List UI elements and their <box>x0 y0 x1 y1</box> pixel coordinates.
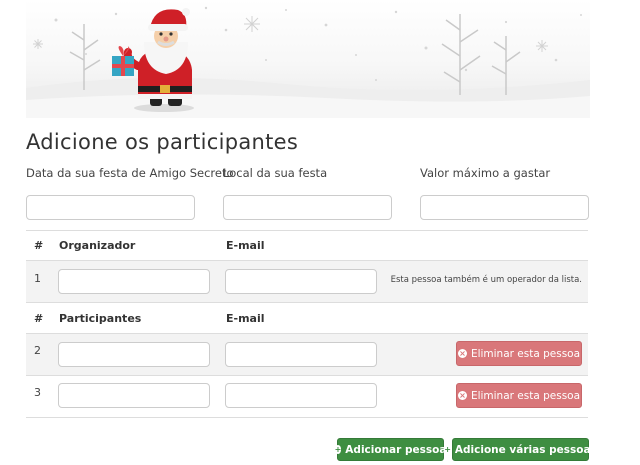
party-location-label: Local da sua festa <box>223 166 328 180</box>
max-value-label: Valor máximo a gastar <box>420 166 551 180</box>
col-number-header: # <box>34 312 44 325</box>
max-value-input[interactable] <box>420 195 589 220</box>
plus-circle-icon: + <box>334 444 342 454</box>
add-person-button[interactable]: + Adicionar pessoa <box>334 438 447 461</box>
divider <box>26 375 588 376</box>
add-person-label: Adicionar pessoa <box>345 443 447 456</box>
plus-circle-icon: + <box>444 444 451 454</box>
divider <box>26 302 588 303</box>
row-number: 3 <box>34 386 41 399</box>
organizer-email-input[interactable] <box>225 269 377 294</box>
col-email-header: E-mail <box>226 239 265 252</box>
participant-email-input[interactable] <box>225 342 377 367</box>
party-date-label: Data da sua festa de Amigo Secreto <box>26 166 234 180</box>
row-number: 2 <box>34 344 41 357</box>
remove-person-label: Eliminar esta pessoa <box>470 389 581 402</box>
times-circle-icon: × <box>457 390 467 400</box>
party-date-input[interactable] <box>26 195 195 220</box>
participant-name-input[interactable] <box>58 342 210 367</box>
add-many-people-button[interactable]: + Adicione várias pessoas <box>444 438 597 461</box>
col-participants-header: Participantes <box>59 312 142 325</box>
col-organizer-header: Organizador <box>59 239 136 252</box>
divider <box>26 417 588 418</box>
remove-person-button[interactable]: × Eliminar esta pessoa <box>456 341 582 366</box>
operator-note: Esta pessoa também é um operador da list… <box>390 275 582 285</box>
row-number: 1 <box>34 272 41 285</box>
remove-person-button[interactable]: × Eliminar esta pessoa <box>456 383 582 408</box>
col-number-header: # <box>34 239 44 252</box>
col-email-header: E-mail <box>226 312 265 325</box>
participant-email-input[interactable] <box>225 383 377 408</box>
remove-person-label: Eliminar esta pessoa <box>470 347 581 360</box>
divider <box>26 230 588 231</box>
winter-scene-illustration <box>26 6 590 118</box>
organizer-name-input[interactable] <box>58 269 210 294</box>
header-banner <box>26 0 590 118</box>
add-many-people-label: Adicione várias pessoas <box>454 443 597 456</box>
divider <box>26 260 588 261</box>
page-title: Adicione os participantes <box>26 130 299 154</box>
participant-name-input[interactable] <box>58 383 210 408</box>
times-circle-icon: × <box>457 348 467 358</box>
party-location-input[interactable] <box>223 195 392 220</box>
